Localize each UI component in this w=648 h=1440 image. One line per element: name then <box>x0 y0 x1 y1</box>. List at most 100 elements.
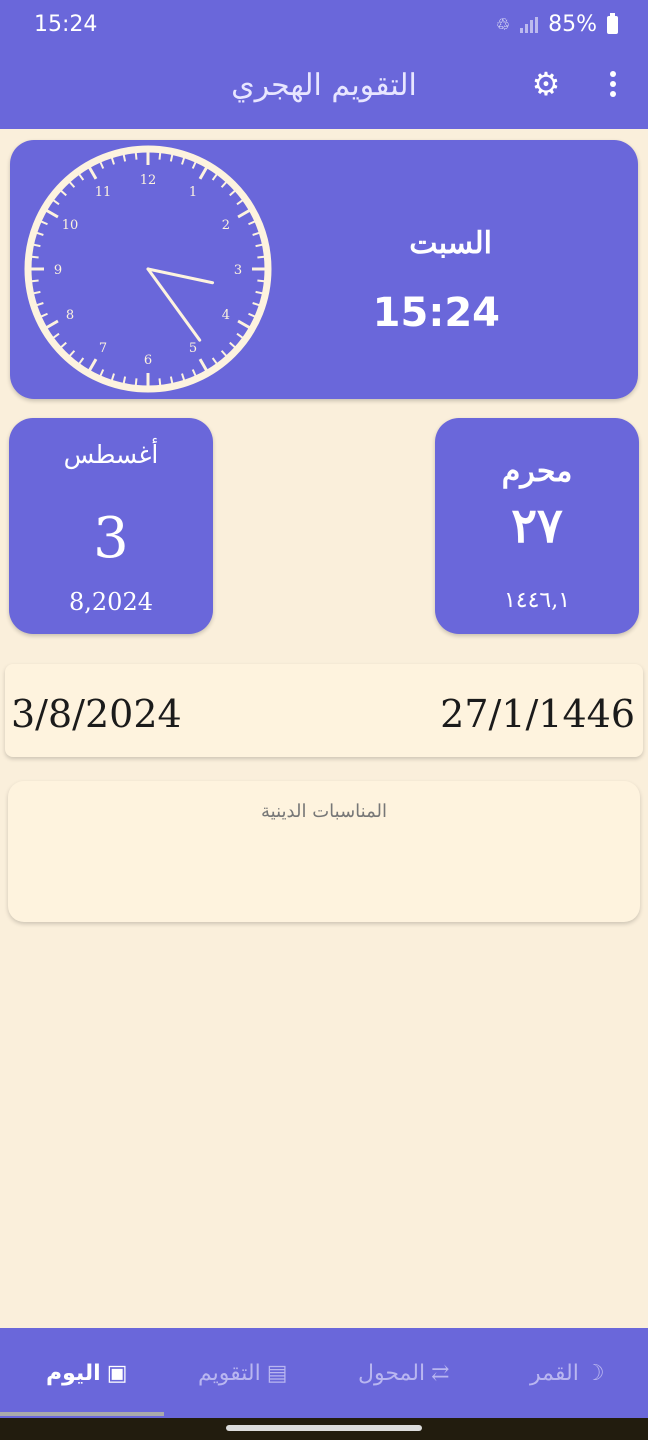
nav-moon-label: القمر <box>530 1360 579 1386</box>
gregorian-month: أغسطس <box>63 440 159 469</box>
gregorian-date-card[interactable]: أغسطس 3 8,2024 <box>9 418 213 634</box>
nav-converter-label: المحول <box>358 1360 426 1386</box>
bottom-nav: ▣ اليوم ▤ التقويم ⇄ المحول ☽ القمر <box>0 1328 648 1418</box>
system-nav-bar <box>0 1418 648 1440</box>
battery-icon <box>607 12 618 34</box>
clock-tick <box>169 154 174 162</box>
nav-today[interactable]: ▣ اليوم <box>46 1358 128 1388</box>
clock-tick <box>68 350 76 357</box>
clock-number: 7 <box>99 341 107 356</box>
hijri-day: ٢٧ <box>511 498 563 554</box>
clock-tick <box>211 357 218 365</box>
clock-tick <box>52 199 60 206</box>
clock-tick <box>211 173 218 181</box>
clock-number: 4 <box>222 308 230 323</box>
clock-tick <box>158 378 162 386</box>
app-bar: التقويم الهجري ⚙ <box>0 50 648 129</box>
clock-tick <box>99 161 105 169</box>
clock-tick <box>134 378 138 386</box>
clock-tick <box>45 319 59 329</box>
clock-tick <box>88 166 98 180</box>
clock-tick <box>229 189 236 197</box>
hijri-date: 27/1/1446 <box>440 692 635 736</box>
gregorian-month-year: 8,2024 <box>69 588 153 616</box>
nav-calendar[interactable]: ▤ التقويم <box>198 1358 288 1388</box>
clock-card: 12 1 2 3 4 5 6 7 8 9 10 11 السبت 15:24 <box>10 140 638 399</box>
clock-tick <box>110 373 115 381</box>
day-name: السبت <box>409 226 492 261</box>
clock-tick <box>31 279 39 283</box>
clock-tick <box>110 157 115 165</box>
clock-tick <box>36 302 44 307</box>
moon-icon: ☽ <box>584 1360 605 1386</box>
analog-clock: 121234567891011 <box>24 145 272 393</box>
clock-tick <box>68 181 76 188</box>
clock-tick <box>99 369 105 377</box>
clock-tick <box>88 358 98 372</box>
clock-tick <box>78 357 85 365</box>
clock-tick <box>229 341 236 349</box>
nav-today-label: اليوم <box>46 1360 101 1386</box>
religious-events-card: المناسبات الدينية <box>8 781 640 922</box>
clock-tick <box>33 290 41 295</box>
clock-tick <box>33 243 41 248</box>
events-title: المناسبات الدينية <box>261 801 387 822</box>
date-bar: 3/8/2024 27/1/1446 <box>5 664 643 757</box>
clock-number: 5 <box>189 341 197 356</box>
clock-number: 2 <box>222 218 230 233</box>
hijri-month: محرم <box>501 454 573 489</box>
clock-tick <box>248 220 256 226</box>
clock-tick <box>198 358 208 372</box>
clock-tick <box>236 199 244 206</box>
clock-number: 12 <box>140 173 157 188</box>
clock-tick <box>220 181 228 188</box>
clock-tick <box>122 376 127 384</box>
clock-tick <box>60 341 67 349</box>
digital-time: 15:24 <box>372 290 500 336</box>
clock-tick <box>252 231 260 236</box>
clock-number: 11 <box>95 185 112 200</box>
clock-tick <box>158 152 162 160</box>
clock-number: 1 <box>189 185 197 200</box>
signal-icon <box>520 16 539 33</box>
clock-tick <box>36 231 44 236</box>
clock-tick <box>169 376 174 384</box>
clock-tick <box>45 209 59 219</box>
clock-tick <box>220 350 228 357</box>
battery-percent: 85% <box>548 12 597 37</box>
clock-tick <box>191 161 197 169</box>
clock-tick <box>181 373 186 381</box>
clock-tick <box>255 290 263 295</box>
clock-tick <box>237 319 251 329</box>
gear-icon[interactable]: ⚙ <box>528 66 564 102</box>
clock-tick <box>52 332 60 339</box>
nav-moon[interactable]: ☽ القمر <box>530 1358 605 1388</box>
clock-tick <box>237 209 251 219</box>
clock-tick <box>257 255 265 259</box>
status-time: 15:24 <box>34 12 98 37</box>
clock-tick <box>248 312 256 318</box>
gregorian-date: 3/8/2024 <box>11 692 182 736</box>
clock-tick <box>78 173 85 181</box>
clock-tick <box>257 279 265 283</box>
clock-number: 8 <box>66 308 74 323</box>
hijri-year-month: ١٤٤٦,١ <box>503 588 571 613</box>
clock-tick <box>60 189 67 197</box>
clock-tick <box>134 152 138 160</box>
clock-tick <box>122 154 127 162</box>
clock-tick <box>252 302 260 307</box>
active-tab-indicator <box>0 1412 164 1416</box>
clock-tick <box>236 332 244 339</box>
more-vert-icon[interactable] <box>598 68 628 104</box>
gregorian-day: 3 <box>93 506 129 571</box>
clock-tick <box>31 255 39 259</box>
clock-tick <box>40 220 48 226</box>
clock-number: 9 <box>54 263 62 278</box>
hijri-date-card[interactable]: محرم ٢٧ ١٤٤٦,١ <box>435 418 639 634</box>
clock-tick <box>191 369 197 377</box>
nav-calendar-label: التقويم <box>198 1360 261 1386</box>
nav-converter[interactable]: ⇄ المحول <box>358 1358 450 1388</box>
clock-number: 3 <box>234 263 242 278</box>
status-bar: 15:24 ♲ 85% <box>0 0 648 50</box>
home-gesture-bar[interactable] <box>226 1425 422 1431</box>
